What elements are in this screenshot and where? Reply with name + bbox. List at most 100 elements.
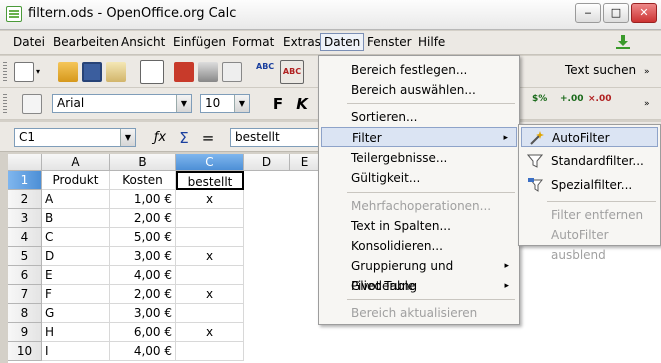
menu-hilfe[interactable]: Hilfe bbox=[415, 34, 448, 52]
submenu-item-standardfilter[interactable]: Standardfilter... bbox=[521, 151, 658, 171]
cell-a3[interactable]: B bbox=[42, 209, 110, 228]
font-name-dropdown-icon[interactable]: ▼ bbox=[176, 95, 191, 112]
cell-a5[interactable]: D bbox=[42, 247, 110, 266]
name-box-dropdown-icon[interactable]: ▼ bbox=[120, 129, 135, 146]
toolbar-overflow-icon-2[interactable]: » bbox=[644, 94, 656, 114]
menu-daten[interactable]: Daten bbox=[320, 33, 365, 51]
submenu-item-spezialfilter[interactable]: Spezialfilter... bbox=[521, 175, 658, 195]
italic-button[interactable]: K bbox=[292, 94, 312, 114]
font-size-dropdown-icon[interactable]: ▼ bbox=[234, 95, 249, 112]
menu-item-teilergebnisse[interactable]: Teilergebnisse... bbox=[321, 148, 517, 168]
close-button[interactable]: ✕ bbox=[631, 3, 657, 23]
cell-b4[interactable]: 5,00 € bbox=[110, 228, 176, 247]
row-header-2[interactable]: 2 bbox=[8, 190, 42, 209]
sum-icon[interactable]: Σ bbox=[174, 128, 194, 148]
cell-a6[interactable]: E bbox=[42, 266, 110, 285]
menu-item-sortieren[interactable]: Sortieren... bbox=[321, 107, 517, 127]
row-header-3[interactable]: 3 bbox=[8, 209, 42, 228]
font-name-combo[interactable]: Arial ▼ bbox=[52, 94, 192, 113]
update-download-icon[interactable] bbox=[614, 34, 632, 50]
email-icon[interactable] bbox=[106, 62, 126, 82]
row-header-8[interactable]: 8 bbox=[8, 304, 42, 323]
menu-item-gueltigkeit[interactable]: Gültigkeit... bbox=[321, 168, 517, 188]
column-header-a[interactable]: A bbox=[42, 154, 110, 171]
toolbar-overflow-icon[interactable]: » bbox=[644, 62, 656, 82]
styles-icon[interactable] bbox=[22, 94, 42, 114]
cell-c6[interactable] bbox=[176, 266, 244, 285]
page-preview-icon[interactable] bbox=[222, 62, 242, 82]
cell-a7[interactable]: F bbox=[42, 285, 110, 304]
menu-fenster[interactable]: Fenster bbox=[364, 34, 415, 52]
menu-item-gruppierung[interactable]: Gruppierung und Gliederung ▸ bbox=[321, 256, 517, 293]
cell-b3[interactable]: 2,00 € bbox=[110, 209, 176, 228]
cell-b9[interactable]: 6,00 € bbox=[110, 323, 176, 342]
column-header-e[interactable]: E bbox=[290, 154, 320, 171]
cell-c7[interactable]: x bbox=[176, 285, 244, 304]
minimize-button[interactable]: ‒ bbox=[575, 3, 601, 23]
toolbar-grip[interactable] bbox=[3, 62, 7, 82]
export-pdf-icon[interactable] bbox=[174, 62, 194, 82]
cell-a2[interactable]: A bbox=[42, 190, 110, 209]
menu-extras[interactable]: Extras bbox=[280, 34, 324, 52]
print-icon[interactable] bbox=[198, 62, 218, 82]
menu-item-bereich-festlegen[interactable]: Bereich festlegen... bbox=[321, 60, 517, 80]
font-size-combo[interactable]: 10 ▼ bbox=[200, 94, 250, 113]
toolbar-grip-2[interactable] bbox=[3, 94, 7, 114]
name-box[interactable]: C1 ▼ bbox=[14, 128, 136, 147]
cell-c4[interactable] bbox=[176, 228, 244, 247]
cell-c1[interactable]: bestellt bbox=[176, 171, 244, 190]
new-dropdown-icon[interactable]: ▾ bbox=[36, 62, 46, 82]
menu-item-konsolidieren[interactable]: Konsolidieren... bbox=[321, 236, 517, 256]
menu-item-bereich-auswaehlen[interactable]: Bereich auswählen... bbox=[321, 80, 517, 100]
cell-c9[interactable]: x bbox=[176, 323, 244, 342]
cell-b2[interactable]: 1,00 € bbox=[110, 190, 176, 209]
menu-item-filter[interactable]: Filter ▸ bbox=[321, 127, 517, 147]
menu-datei[interactable]: Datei bbox=[10, 34, 48, 52]
auto-spellcheck-icon[interactable]: ABC bbox=[280, 60, 304, 84]
menu-item-pivot-table[interactable]: Pivot Table ▸ bbox=[321, 276, 517, 296]
row-header-1[interactable]: 1 bbox=[8, 171, 42, 190]
column-header-d[interactable]: D bbox=[244, 154, 290, 171]
search-text-box[interactable]: Text suchen bbox=[561, 62, 641, 81]
menu-item-text-in-spalten[interactable]: Text in Spalten... bbox=[321, 216, 517, 236]
edit-file-icon[interactable] bbox=[140, 60, 164, 84]
cell-a4[interactable]: C bbox=[42, 228, 110, 247]
menu-bearbeiten[interactable]: Bearbeiten bbox=[50, 34, 122, 52]
new-document-icon[interactable] bbox=[14, 62, 34, 82]
cell-a1[interactable]: Produkt bbox=[42, 171, 110, 190]
cell-b10[interactable]: 4,00 € bbox=[110, 342, 176, 361]
add-decimal-icon[interactable]: +.00 bbox=[560, 94, 583, 114]
row-header-9[interactable]: 9 bbox=[8, 323, 42, 342]
spellcheck-icon[interactable]: ABC bbox=[256, 62, 276, 82]
function-equals-icon[interactable]: = bbox=[198, 128, 218, 148]
column-header-b[interactable]: B bbox=[110, 154, 176, 171]
bold-button[interactable]: F bbox=[268, 94, 288, 114]
cell-c8[interactable] bbox=[176, 304, 244, 323]
cell-c3[interactable] bbox=[176, 209, 244, 228]
maximize-button[interactable]: □ bbox=[603, 3, 629, 23]
row-header-7[interactable]: 7 bbox=[8, 285, 42, 304]
delete-decimal-icon[interactable]: ×.00 bbox=[588, 94, 611, 114]
cell-a10[interactable]: I bbox=[42, 342, 110, 361]
cell-b5[interactable]: 3,00 € bbox=[110, 247, 176, 266]
column-header-c[interactable]: C bbox=[176, 154, 244, 171]
cell-b7[interactable]: 2,00 € bbox=[110, 285, 176, 304]
row-header-6[interactable]: 6 bbox=[8, 266, 42, 285]
currency-format-icon[interactable]: $% bbox=[532, 94, 552, 114]
cell-c2[interactable]: x bbox=[176, 190, 244, 209]
menu-format[interactable]: Format bbox=[229, 34, 277, 52]
cell-c10[interactable] bbox=[176, 342, 244, 361]
cell-a8[interactable]: G bbox=[42, 304, 110, 323]
cell-b1[interactable]: Kosten bbox=[110, 171, 176, 190]
cell-a9[interactable]: H bbox=[42, 323, 110, 342]
row-header-4[interactable]: 4 bbox=[8, 228, 42, 247]
menu-einfuegen[interactable]: Einfügen bbox=[170, 34, 229, 52]
save-icon[interactable] bbox=[82, 62, 102, 82]
cell-c5[interactable]: x bbox=[176, 247, 244, 266]
open-folder-icon[interactable] bbox=[58, 62, 78, 82]
row-header-10[interactable]: 10 bbox=[8, 342, 42, 361]
cell-b6[interactable]: 4,00 € bbox=[110, 266, 176, 285]
cell-b8[interactable]: 3,00 € bbox=[110, 304, 176, 323]
row-header-5[interactable]: 5 bbox=[8, 247, 42, 266]
select-all-corner[interactable] bbox=[8, 154, 42, 171]
